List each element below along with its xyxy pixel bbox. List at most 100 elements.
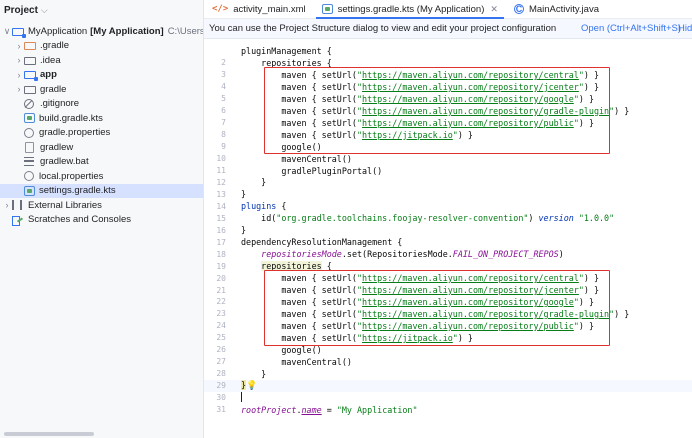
tree-item[interactable]: gradle.properties	[0, 126, 203, 140]
project-path: C:\Users\Administr	[167, 25, 204, 37]
code-line: pluginManagement {	[204, 45, 692, 57]
project-name-label: [My Application]	[90, 25, 164, 37]
editor-tabs: </> activity_main.xml settings.gradle.kt…	[204, 0, 692, 19]
project-view-header[interactable]: Project ⌵	[0, 0, 203, 20]
tree-item[interactable]: gradlew.bat	[0, 155, 203, 169]
tab-label: activity_main.xml	[233, 3, 306, 15]
tab-main-activity-java[interactable]: C MainActivity.java	[506, 0, 607, 18]
red-highlight-box	[264, 66, 610, 154]
code-text: }	[241, 368, 267, 379]
scratch-icon	[12, 215, 23, 226]
line-number: 31	[216, 405, 226, 414]
chevron-right-icon[interactable]: ›	[14, 41, 24, 51]
line-number: 18	[216, 249, 226, 259]
tree-item[interactable]: › .idea	[0, 53, 203, 67]
code-text	[241, 391, 242, 404]
line-number: 17	[216, 237, 226, 247]
tree-item-label: gradlew	[40, 141, 74, 153]
tab-settings-gradle-kts[interactable]: settings.gradle.kts (My Application) ✕	[314, 0, 506, 19]
code-line: 17 dependencyResolutionManagement {	[204, 236, 692, 248]
tab-label: settings.gradle.kts (My Application)	[337, 3, 485, 15]
properties-icon	[24, 171, 34, 181]
script-icon	[25, 141, 34, 153]
code-line: 13}	[204, 188, 692, 200]
hide-notice-link[interactable]: Hide	[678, 23, 692, 34]
tree-item[interactable]: local.properties	[0, 169, 203, 183]
tree-item[interactable]: .gitignore	[0, 97, 203, 111]
folder-orange-icon	[24, 42, 36, 50]
code-line: 16}	[204, 224, 692, 236]
code-line: 15 id("org.gradle.toolchains.foojay-reso…	[204, 212, 692, 224]
close-icon[interactable]: ✕	[490, 4, 498, 15]
line-number: 13	[216, 189, 226, 199]
code-editor[interactable]: pluginManagement {2 repositories {3 mave…	[204, 40, 692, 438]
chevron-down-icon[interactable]: ∨	[2, 26, 12, 37]
tree-item-label: settings.gradle.kts	[39, 185, 116, 196]
line-number: 5	[221, 94, 226, 104]
code-line: 30	[204, 391, 692, 404]
line-number: 7	[221, 118, 226, 128]
chevron-right-icon[interactable]: ›	[14, 70, 24, 80]
tree-item[interactable]: › External Libraries	[0, 198, 203, 212]
chevron-down-icon[interactable]: ⌵	[41, 5, 48, 16]
code-line: 12 }	[204, 176, 692, 188]
tree-item[interactable]: settings.gradle.kts	[0, 183, 203, 198]
code-text: google()	[241, 344, 322, 355]
tree-item-label: .gitignore	[40, 98, 80, 109]
code-text: }	[241, 177, 267, 188]
code-line: 14 plugins {	[204, 200, 692, 212]
tree-item[interactable]: › app	[0, 68, 203, 82]
code-text: }	[241, 189, 247, 200]
folder-icon	[24, 56, 36, 65]
tree-item-label: app	[40, 69, 57, 80]
line-number: 29	[216, 381, 226, 391]
line-number: 27	[216, 357, 226, 367]
code-text: }💡	[241, 380, 258, 392]
line-number: 16	[216, 225, 226, 235]
library-icon	[12, 200, 22, 210]
line-number: 11	[216, 166, 226, 175]
code-text: mavenCentral()	[241, 356, 352, 367]
project-structure-notice-banner: You can use the Project Structure dialog…	[204, 19, 692, 39]
horizontal-scrollbar[interactable]	[4, 432, 94, 436]
editor-area: </> activity_main.xml settings.gradle.kt…	[204, 0, 692, 438]
line-number: 8	[221, 130, 226, 140]
open-project-structure-link[interactable]: Open (Ctrl+Alt+Shift+S)	[581, 23, 681, 34]
project-tool-window: Project ⌵ ∨ MyApplication [My Application]…	[0, 0, 204, 438]
code-line: 27 mavenCentral()	[204, 356, 692, 368]
line-number: 22	[216, 297, 226, 307]
line-number: 15	[216, 213, 226, 223]
line-number: 4	[221, 82, 226, 92]
tree-item[interactable]: build.gradle.kts	[0, 111, 203, 125]
line-number: 6	[221, 106, 226, 116]
module-folder-icon	[12, 27, 26, 38]
line-number: 12	[216, 177, 226, 187]
notice-text: You can use the Project Structure dialog…	[209, 23, 557, 34]
code-line: 18 repositoriesMode.set(RepositoriesMode…	[204, 248, 692, 260]
tree-item[interactable]: gradlew	[0, 140, 203, 154]
line-number: 26	[216, 345, 226, 355]
line-number: 2	[221, 58, 226, 68]
line-number: 9	[221, 142, 226, 152]
code-text: }	[241, 225, 247, 236]
chevron-right-icon[interactable]: ›	[2, 200, 12, 210]
tree-item[interactable]: ∨ MyApplication[My Application]C:\Users\A…	[0, 24, 204, 38]
module-icon	[24, 71, 38, 81]
line-number: 23	[216, 309, 226, 319]
chevron-right-icon[interactable]: ›	[14, 55, 24, 65]
gitignore-icon	[24, 98, 34, 109]
line-number: 24	[216, 321, 226, 331]
line-number: 21	[216, 285, 226, 295]
red-highlight-box	[264, 270, 610, 346]
tree-item[interactable]: › gradle	[0, 82, 203, 96]
project-view-title: Project	[4, 4, 38, 16]
tree-item-label: .idea	[40, 54, 61, 66]
tab-activity-main-xml[interactable]: </> activity_main.xml	[204, 0, 314, 18]
tree-item-label: build.gradle.kts	[39, 112, 103, 124]
tree-item[interactable]: Scratches and Consoles	[0, 213, 203, 227]
code-text: gradlePluginPortal()	[241, 165, 383, 176]
tree-item[interactable]: › .gradle	[0, 39, 203, 53]
chevron-right-icon[interactable]: ›	[14, 84, 24, 94]
line-number: 14	[216, 201, 226, 211]
tree-item-label: Scratches and Consoles	[28, 214, 131, 225]
